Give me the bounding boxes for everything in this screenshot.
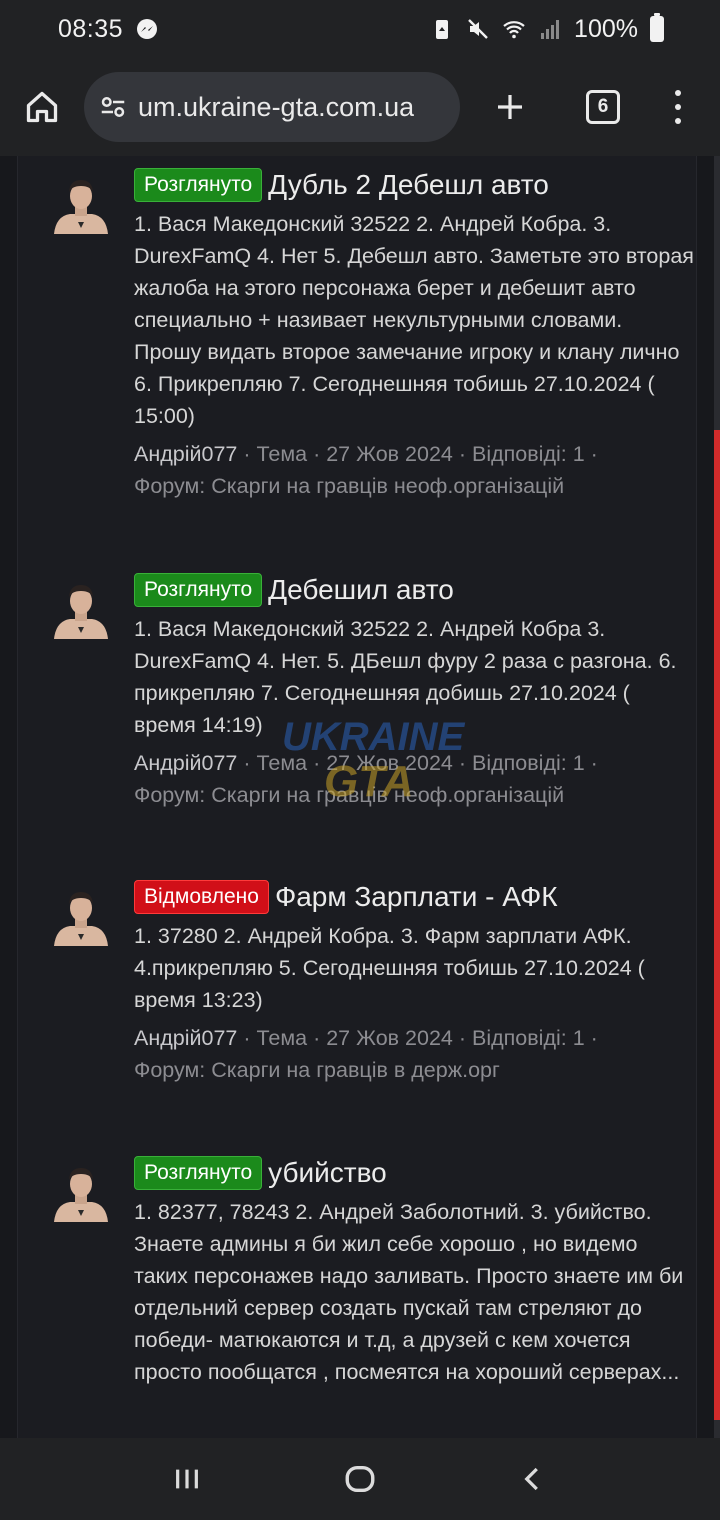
home-button[interactable] [18,83,66,131]
thread-meta: Андрій077 · Тема · 27 Жов 2024 · Відпові… [134,1022,694,1086]
thread-title[interactable]: Дебешил авто [268,574,454,606]
status-time: 08:35 [58,14,124,43]
thread-meta-info: · Тема · 27 Жов 2024 · Відповіді: 1 · [237,442,598,466]
recent-apps-icon [175,1469,198,1489]
tab-switcher-button[interactable]: 6 [586,90,620,124]
status-bar: 08:35 100% [0,0,720,58]
user-avatar[interactable] [52,174,110,234]
browser-toolbar: um.ukraine-gta.com.ua 6 [0,58,720,156]
mute-icon [468,19,488,39]
status-badge: Розглянуто [134,1155,263,1191]
search-results-panel: Розглянуто Дубль 2 Дебешл авто 1. Вася М… [17,156,697,1438]
thread-snippet: 1. 37280 2. Андрей Кобра. 3. Фарм зарпла… [134,924,645,1012]
thread-meta: Андрій077 · Тема · 27 Жов 2024 · Відпові… [134,438,694,502]
user-avatar[interactable] [52,1162,110,1222]
ukraine-gta-watermark-logo: UKRAINE GTA [282,715,466,806]
back-chevron-icon [524,1467,539,1491]
thread-meta-info: · Тема · 27 Жов 2024 · Відповіді: 1 · [237,1026,598,1050]
messenger-icon [137,19,158,39]
thread-author[interactable]: Андрій077 [134,442,237,466]
new-tab-button[interactable] [490,87,530,127]
user-avatar[interactable] [52,886,110,946]
address-bar[interactable]: um.ukraine-gta.com.ua [84,72,460,142]
back-button[interactable] [503,1449,563,1509]
more-menu-button[interactable] [672,90,684,124]
status-badge: Розглянуто [134,572,263,608]
signal-icon [541,20,560,39]
page-content: Розглянуто Дубль 2 Дебешл авто 1. Вася М… [0,156,720,1438]
home-circle-icon [345,1465,375,1493]
thread-title[interactable]: Дубль 2 Дебешл авто [268,169,549,201]
user-avatar[interactable] [52,579,110,639]
system-nav-bar [0,1438,720,1520]
watermark-line1: UKRAINE [282,715,466,759]
thread-author[interactable]: Андрій077 [134,1026,237,1050]
thread-forum[interactable]: Форум: Скарги на гравців неоф.організаці… [134,474,564,498]
watermark-line2: GTA [324,757,414,806]
battery-saver-icon [436,20,449,39]
battery-icon [650,13,664,42]
menu-dot [675,90,681,96]
menu-dot [675,118,681,124]
recent-apps-button[interactable] [157,1449,217,1509]
menu-dot [675,104,681,110]
thread-title[interactable]: Фарм Зарплати - АФК [275,881,558,913]
thread-snippet: 1. Вася Македонский 32522 2. Андрей Кобр… [134,212,694,428]
status-badge: Відмовлено [134,879,269,915]
plus-icon [498,95,522,119]
thread-title[interactable]: убийство [268,1157,387,1189]
thread-snippet: 1. 82377, 78243 2. Андрей Заболотний. 3.… [134,1200,684,1384]
thread-author[interactable]: Андрій077 [134,751,237,775]
thread-forum[interactable]: Форум: Скарги на гравців в держ.орг [134,1058,500,1082]
url-text: um.ukraine-gta.com.ua [138,91,415,122]
wifi-icon [503,21,525,39]
status-badge: Розглянуто [134,167,263,203]
home-icon [26,91,58,123]
scrollbar-thumb[interactable] [714,430,720,1420]
battery-percent: 100% [574,14,638,43]
scrollbar[interactable] [714,156,720,1438]
site-settings-icon[interactable] [98,92,128,122]
home-nav-button[interactable] [330,1449,390,1509]
